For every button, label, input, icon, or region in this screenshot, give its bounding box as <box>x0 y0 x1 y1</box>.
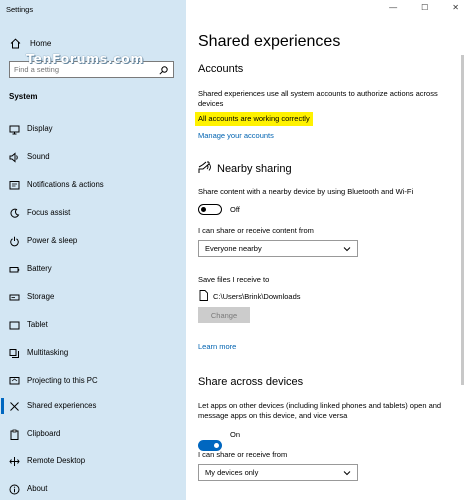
sidebar-item-label: About <box>27 484 48 493</box>
manage-accounts-link[interactable]: Manage your accounts <box>198 131 274 140</box>
sidebar-item-label: Remote Desktop <box>27 456 86 465</box>
nearby-share-from-select[interactable]: Everyone nearby <box>198 240 358 257</box>
close-button[interactable]: ✕ <box>452 3 459 12</box>
power-icon <box>10 236 19 247</box>
sidebar-item-label: Battery <box>27 264 52 273</box>
sidebar-item-label: Sound <box>27 152 50 161</box>
sidebar-item-remote-desktop[interactable]: Remote Desktop <box>0 453 186 469</box>
sidebar-item-focus-assist[interactable]: Focus assist <box>0 205 186 221</box>
save-path: C:\Users\Brink\Downloads <box>213 292 301 301</box>
nearby-sharing-description: Share content with a nearby device by us… <box>198 187 414 196</box>
notifications-icon <box>9 181 20 190</box>
window-controls: — ☐ ✕ <box>389 3 459 12</box>
chevron-down-icon <box>343 471 351 476</box>
share-across-devices-heading: Share across devices <box>198 376 304 388</box>
sidebar-item-label: Shared experiences <box>27 401 97 410</box>
sidebar-item-battery[interactable]: Battery <box>0 261 186 277</box>
multitasking-icon <box>9 349 19 358</box>
battery-icon <box>9 267 20 273</box>
sidebar-item-label: Storage <box>27 292 55 301</box>
nearby-sharing-toggle-state: Off <box>230 205 240 214</box>
save-files-label: Save files I receive to <box>198 275 270 284</box>
main-content: — ☐ ✕ Shared experiences Accounts Shared… <box>186 0 465 500</box>
sidebar-item-storage[interactable]: Storage <box>0 289 186 305</box>
sidebar-item-sound[interactable]: Sound <box>0 149 186 165</box>
sidebar-item-label: Notifications & actions <box>27 180 104 189</box>
nearby-sharing-icon <box>198 161 211 173</box>
sidebar-item-label: Display <box>27 124 53 133</box>
scrollbar[interactable] <box>461 55 464 385</box>
learn-more-link[interactable]: Learn more <box>198 342 236 351</box>
window-title: Settings <box>6 5 34 14</box>
minimize-button[interactable]: — <box>389 3 397 12</box>
select-value: Everyone nearby <box>205 244 262 253</box>
accounts-status: All accounts are working correctly <box>195 112 313 126</box>
about-icon <box>9 484 20 495</box>
select-value: My devices only <box>205 468 259 477</box>
storage-icon <box>9 294 20 301</box>
clipboard-icon <box>10 429 19 440</box>
section-label: System <box>9 92 38 101</box>
sidebar-item-label: Home <box>30 38 52 48</box>
tablet-icon <box>9 321 20 330</box>
search-icon[interactable] <box>159 66 168 75</box>
nearby-share-from-label: I can share or receive content from <box>198 226 314 235</box>
change-button[interactable]: Change <box>198 307 250 323</box>
sidebar-item-label: Power & sleep <box>27 236 78 245</box>
sidebar-item-power[interactable]: Power & sleep <box>0 233 186 249</box>
nearby-sharing-heading: Nearby sharing <box>217 163 292 175</box>
home-icon <box>10 38 21 48</box>
watermark: TenForums.com <box>26 51 144 66</box>
sidebar-item-label: Multitasking <box>27 348 69 357</box>
sidebar-item-about[interactable]: About <box>0 481 186 497</box>
maximize-button[interactable]: ☐ <box>421 3 428 12</box>
sidebar-item-label: Focus assist <box>27 208 71 217</box>
accounts-heading: Accounts <box>198 63 244 75</box>
sound-icon <box>9 152 18 163</box>
remote-desktop-icon <box>9 457 20 466</box>
shared-experiences-icon <box>10 402 19 411</box>
sidebar-item-label: Projecting to this PC <box>27 376 98 385</box>
sidebar-item-label: Clipboard <box>27 429 61 438</box>
file-icon <box>199 290 208 301</box>
across-share-from-label: I can share or receive from <box>198 450 288 459</box>
sidebar-item-multitasking[interactable]: Multitasking <box>0 345 186 361</box>
nearby-sharing-toggle[interactable] <box>198 204 222 215</box>
projecting-icon <box>9 377 20 385</box>
sidebar-item-display[interactable]: Display <box>0 121 186 137</box>
sidebar-item-projecting[interactable]: Projecting to this PC <box>0 373 186 389</box>
sidebar: Settings Home TenForums.com System Displ… <box>0 0 186 500</box>
focus-assist-icon <box>10 208 20 218</box>
search-input[interactable] <box>14 65 154 74</box>
share-across-devices-toggle-state: On <box>230 430 241 439</box>
sidebar-item-label: Tablet <box>27 320 48 329</box>
across-share-from-select[interactable]: My devices only <box>198 464 358 481</box>
sidebar-item-tablet[interactable]: Tablet <box>0 317 186 333</box>
page-title: Shared experiences <box>198 33 341 50</box>
sidebar-item-shared-experiences[interactable]: Shared experiences <box>0 398 186 414</box>
sidebar-item-home[interactable]: Home <box>10 36 51 50</box>
chevron-down-icon <box>343 247 351 252</box>
share-across-devices-description: Let apps on other devices (including lin… <box>198 401 442 420</box>
sidebar-item-clipboard[interactable]: Clipboard <box>0 426 186 442</box>
sidebar-item-notifications[interactable]: Notifications & actions <box>0 177 186 193</box>
accounts-description: Shared experiences use all system accoun… <box>198 89 438 108</box>
display-icon <box>9 125 20 135</box>
